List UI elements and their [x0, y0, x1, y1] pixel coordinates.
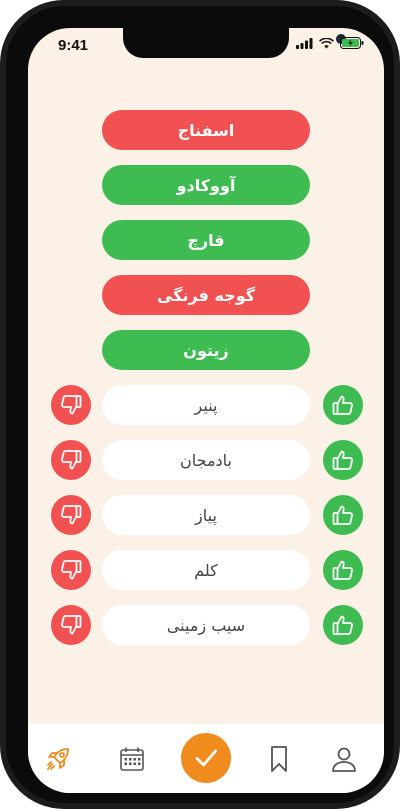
notch	[123, 28, 346, 58]
thumbs-down-icon	[61, 615, 82, 635]
dislike-button[interactable]	[51, 550, 91, 590]
status-time: 9:41	[58, 37, 89, 54]
bottom-tab-bar	[28, 724, 384, 793]
food-pill-liked[interactable]: قارچ	[102, 220, 310, 260]
bookmark-icon	[271, 746, 287, 772]
like-button[interactable]	[323, 550, 363, 590]
dislike-button[interactable]	[51, 440, 91, 480]
status-icons	[296, 37, 364, 49]
thumbs-up-icon	[332, 560, 353, 580]
dislike-button[interactable]	[51, 495, 91, 535]
profile-icon	[332, 747, 356, 772]
check-icon	[195, 749, 217, 767]
dislike-button[interactable]	[51, 605, 91, 645]
thumbs-up-icon	[332, 505, 353, 525]
thumbs-up-icon	[332, 615, 353, 635]
like-button[interactable]	[323, 440, 363, 480]
signal-icon	[296, 37, 313, 49]
food-pill-pending: کلم	[102, 550, 310, 590]
food-pill-disliked[interactable]: اسفناج	[102, 110, 310, 150]
calendar-icon	[120, 747, 144, 771]
food-pill-pending: پیاز	[102, 495, 310, 535]
app-screen: 9:41 اسفناج آووکادو قارچ گوجه فرنگی زیتو…	[28, 28, 384, 793]
dislike-button[interactable]	[51, 385, 91, 425]
thumbs-down-icon	[61, 505, 82, 525]
food-pill-liked[interactable]: زیتون	[102, 330, 310, 370]
tab-calendar[interactable]	[117, 744, 147, 774]
like-button[interactable]	[323, 495, 363, 535]
tab-profile[interactable]	[329, 744, 359, 774]
food-pill-liked[interactable]: آووکادو	[102, 165, 310, 205]
tab-check-button[interactable]	[181, 733, 231, 783]
food-pill-pending: سیب زمینی	[102, 605, 310, 645]
rocket-icon	[47, 748, 69, 770]
tab-rocket[interactable]	[43, 744, 73, 774]
thumbs-up-icon	[332, 395, 353, 415]
phone-bezel: 9:41 اسفناج آووکادو قارچ گوجه فرنگی زیتو…	[6, 6, 394, 803]
like-button[interactable]	[323, 385, 363, 425]
thumbs-down-icon	[61, 450, 82, 470]
thumbs-down-icon	[61, 395, 82, 415]
tab-bookmark[interactable]	[264, 744, 294, 774]
battery-icon	[340, 37, 364, 49]
food-pill-pending: بادمجان	[102, 440, 310, 480]
food-pill-disliked[interactable]: گوجه فرنگی	[102, 275, 310, 315]
wifi-icon	[319, 37, 334, 48]
thumbs-up-icon	[332, 450, 353, 470]
like-button[interactable]	[323, 605, 363, 645]
thumbs-down-icon	[61, 560, 82, 580]
food-pill-pending: پنیر	[102, 385, 310, 425]
phone-frame: 9:41 اسفناج آووکادو قارچ گوجه فرنگی زیتو…	[0, 0, 400, 809]
